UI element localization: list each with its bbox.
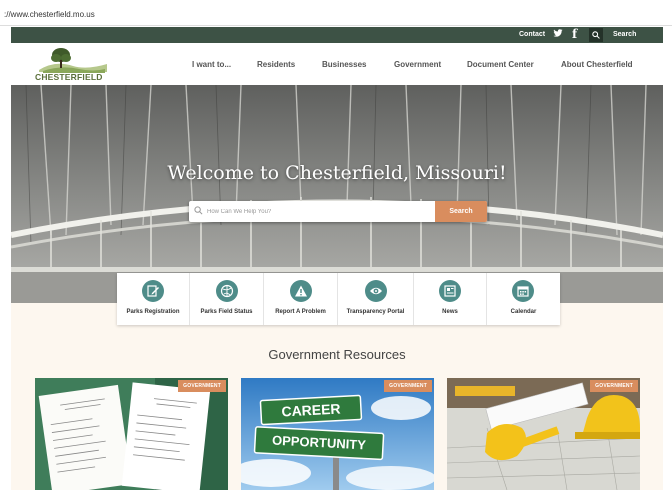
quick-link-parks-field-status[interactable]: Parks Field Status: [190, 273, 264, 325]
hero-bridge-image: [11, 85, 663, 303]
nav-about-chesterfield[interactable]: About Chesterfield: [561, 60, 633, 69]
hero-search-button[interactable]: Search: [435, 201, 487, 222]
hero-search-input[interactable]: [207, 204, 431, 219]
eye-icon: [365, 280, 387, 302]
quick-link-label: News: [442, 309, 458, 315]
documents-image: [35, 378, 228, 490]
search-icon: [592, 31, 600, 39]
hero-title: Welcome to Chesterfield, Missouri!: [167, 162, 507, 184]
quick-link-calendar[interactable]: Calendar: [487, 273, 560, 325]
card-category-tag: GOVERNMENT: [178, 380, 226, 392]
resource-card-construction[interactable]: GOVERNMENT: [447, 378, 640, 490]
quick-link-label: Report A Problem: [275, 309, 326, 315]
blueprint-hardhat-image: [447, 378, 640, 490]
search-toggle-button[interactable]: [589, 28, 603, 42]
tree-logo-icon: [39, 48, 107, 73]
nav-document-center[interactable]: Document Center: [467, 60, 534, 69]
browser-url-bar[interactable]: ://www.chesterfield.mo.us: [0, 0, 672, 26]
resource-card-documents[interactable]: GOVERNMENT: [35, 378, 228, 490]
quick-links-bar: Parks Registration Parks Field Status Re…: [117, 273, 560, 325]
hero-search-bar: Search: [189, 201, 487, 222]
chesterfield-logo[interactable]: CHESTERFIELD: [35, 46, 111, 82]
globe-icon: [216, 280, 238, 302]
quick-link-parks-registration[interactable]: Parks Registration: [117, 273, 190, 325]
quick-link-transparency-portal[interactable]: Transparency Portal: [338, 273, 414, 325]
quick-link-label: Calendar: [510, 309, 537, 315]
calendar-icon: [512, 280, 534, 302]
nav-residents[interactable]: Residents: [257, 60, 295, 69]
twitter-icon[interactable]: [553, 28, 563, 41]
nav-businesses[interactable]: Businesses: [322, 60, 366, 69]
contact-link[interactable]: Contact: [519, 31, 545, 38]
hero-banner: Welcome to Chesterfield, Missouri! Searc…: [11, 85, 663, 303]
facebook-icon[interactable]: f: [572, 27, 577, 41]
quick-link-label: Parks Registration: [126, 309, 180, 315]
nav-i-want-to[interactable]: I want to...: [192, 60, 231, 69]
quick-link-report-a-problem[interactable]: Report A Problem: [264, 273, 338, 325]
card-category-tag: GOVERNMENT: [590, 380, 638, 392]
card-category-tag: GOVERNMENT: [384, 380, 432, 392]
pencil-edit-icon: [142, 280, 164, 302]
quick-link-label: Parks Field Status: [200, 309, 253, 315]
search-icon: [194, 206, 203, 215]
resource-card-career-opportunity[interactable]: CAREER OPPORTUNITY GOVERNMENT: [241, 378, 434, 490]
warning-icon: [290, 280, 312, 302]
newspaper-icon: [439, 280, 461, 302]
quick-link-label: Transparency Portal: [346, 309, 405, 315]
url-text[interactable]: ://www.chesterfield.mo.us: [4, 10, 95, 19]
main-navigation: CHESTERFIELD I want to... Residents Busi…: [11, 43, 663, 85]
page: Contact f Search CHESTERFIELD I want to.…: [11, 27, 663, 490]
logo-wordmark: CHESTERFIELD: [35, 72, 103, 82]
section-title-government-resources: Government Resources: [268, 347, 406, 362]
quick-link-news[interactable]: News: [414, 273, 487, 325]
utility-bar: Contact f Search: [11, 27, 663, 43]
nav-government[interactable]: Government: [394, 60, 441, 69]
search-label[interactable]: Search: [613, 31, 636, 38]
